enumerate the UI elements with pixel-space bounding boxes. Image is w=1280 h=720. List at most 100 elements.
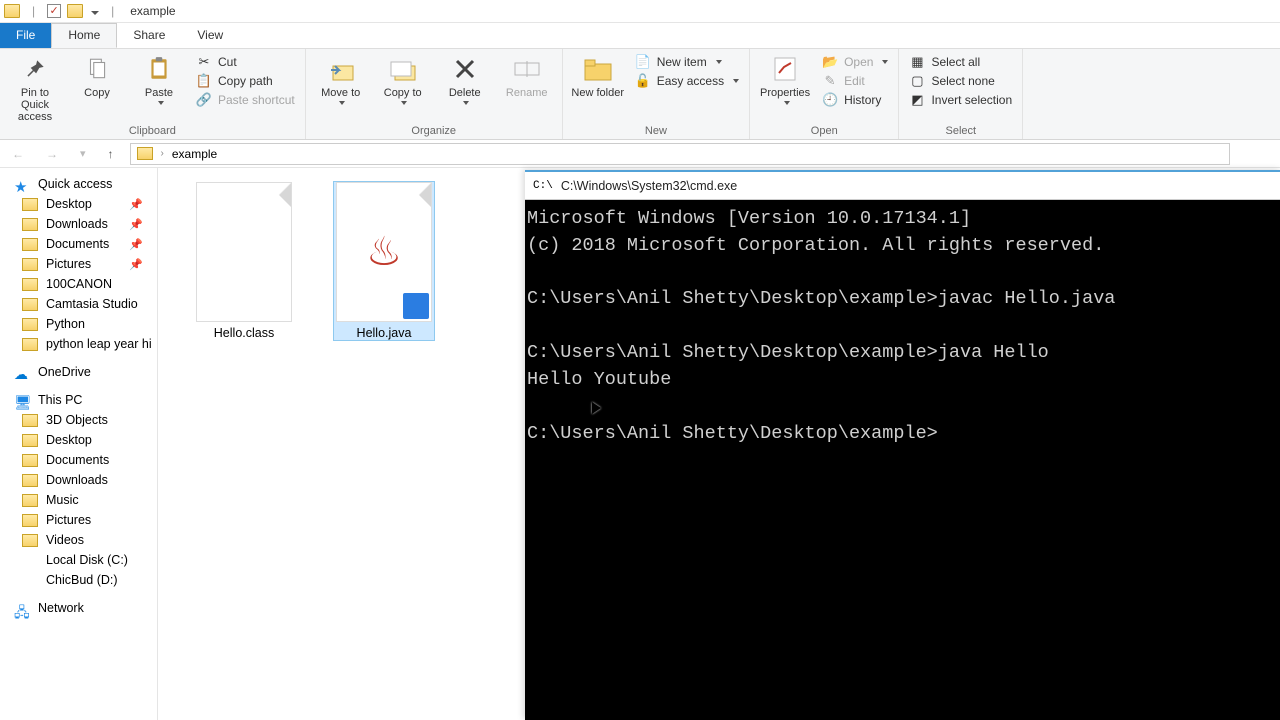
sidebar-item-this-pc[interactable]: 🖥This PC xyxy=(0,390,157,410)
cloud-icon: ☁ xyxy=(14,366,30,379)
recent-locations-button[interactable]: ▾ xyxy=(74,145,92,162)
rename-button[interactable]: Rename xyxy=(498,51,556,101)
vscode-badge-icon xyxy=(403,293,429,319)
disk-icon xyxy=(22,554,38,567)
copy-button[interactable]: Copy xyxy=(68,51,126,101)
chevron-down-icon xyxy=(882,60,888,64)
star-icon: ★ xyxy=(14,178,30,191)
disk-icon xyxy=(22,574,38,587)
tab-home[interactable]: Home xyxy=(51,23,117,48)
group-label: New xyxy=(645,125,667,138)
properties-button[interactable]: Properties xyxy=(756,51,814,107)
group-label: Open xyxy=(811,125,838,138)
sidebar-item[interactable]: Pictures📌 xyxy=(0,254,157,274)
folder-icon xyxy=(22,298,38,311)
sidebar-item[interactable]: Desktop xyxy=(0,430,157,450)
folder-icon xyxy=(22,494,38,507)
folder-icon xyxy=(22,218,38,231)
sidebar-item[interactable]: Music xyxy=(0,490,157,510)
select-none-button[interactable]: ▢Select none xyxy=(905,72,1016,90)
folder-icon xyxy=(22,238,38,251)
file-name: Hello.java xyxy=(334,326,434,340)
paste-button[interactable]: Paste xyxy=(130,51,188,107)
copy-icon xyxy=(81,53,113,85)
sidebar-item-quick-access[interactable]: ★Quick access xyxy=(0,174,157,194)
folder-icon xyxy=(22,454,38,467)
paste-icon xyxy=(143,53,175,85)
sidebar-item[interactable]: Downloads xyxy=(0,470,157,490)
back-button[interactable]: ← xyxy=(6,145,30,163)
new-item-button[interactable]: 📄New item xyxy=(631,53,743,71)
easy-access-icon: 🔓 xyxy=(635,73,651,89)
cmd-output[interactable]: Microsoft Windows [Version 10.0.17134.1]… xyxy=(525,200,1280,453)
qat-divider: | xyxy=(32,4,35,18)
easy-access-button[interactable]: 🔓Easy access xyxy=(631,72,743,90)
tab-file[interactable]: File xyxy=(0,23,51,48)
ribbon-group-new: New folder 📄New item 🔓Easy access New xyxy=(563,49,750,139)
copy-to-button[interactable]: Copy to xyxy=(374,51,432,107)
sidebar-item[interactable]: Camtasia Studio xyxy=(0,294,157,314)
folder-icon xyxy=(137,147,153,160)
open-button[interactable]: 📂Open xyxy=(818,53,892,71)
group-label: Select xyxy=(946,125,977,138)
breadcrumb-item[interactable]: example xyxy=(172,147,217,161)
folder-icon xyxy=(22,534,38,547)
copy-path-button[interactable]: 📋Copy path xyxy=(192,72,299,90)
invert-selection-icon: ◩ xyxy=(909,92,925,108)
cmd-window[interactable]: C:\ C:\Windows\System32\cmd.exe Microsof… xyxy=(525,170,1280,720)
edit-button[interactable]: ✎Edit xyxy=(818,72,892,90)
address-bar[interactable]: › example xyxy=(130,143,1230,165)
new-item-icon: 📄 xyxy=(635,54,651,70)
sidebar-item[interactable]: Videos xyxy=(0,530,157,550)
move-to-button[interactable]: Move to xyxy=(312,51,370,107)
chevron-down-icon xyxy=(339,101,345,105)
sidebar-item[interactable]: Downloads📌 xyxy=(0,214,157,234)
pin-to-quick-access-button[interactable]: Pin to Quick access xyxy=(6,51,64,125)
tab-share[interactable]: Share xyxy=(117,23,181,48)
sidebar-item[interactable]: Pictures xyxy=(0,510,157,530)
new-folder-button[interactable]: New folder xyxy=(569,51,627,101)
window-title: example xyxy=(130,4,175,18)
tab-view[interactable]: View xyxy=(181,23,239,48)
qat-properties-icon[interactable]: ✓ xyxy=(47,4,61,18)
history-button[interactable]: 🕘History xyxy=(818,91,892,109)
pin-icon: 📌 xyxy=(129,198,143,211)
up-button[interactable]: ↑ xyxy=(102,145,120,163)
sidebar-item-onedrive[interactable]: ☁OneDrive xyxy=(0,362,157,382)
invert-selection-button[interactable]: ◩Invert selection xyxy=(905,91,1016,109)
cmd-titlebar[interactable]: C:\ C:\Windows\System32\cmd.exe xyxy=(525,172,1280,200)
folder-icon xyxy=(22,414,38,427)
navbar: ← → ▾ ↑ › example xyxy=(0,140,1280,168)
forward-button[interactable]: → xyxy=(40,145,64,163)
chevron-down-icon xyxy=(733,79,739,83)
rename-icon xyxy=(511,53,543,85)
file-name: Hello.class xyxy=(194,326,294,340)
paste-shortcut-button[interactable]: 🔗Paste shortcut xyxy=(192,91,299,109)
ribbon-group-open: Properties 📂Open ✎Edit 🕘History Open xyxy=(750,49,899,139)
file-item[interactable]: ♨Hello.java xyxy=(334,182,434,340)
folder-icon xyxy=(22,514,38,527)
sidebar-item[interactable]: 100CANON xyxy=(0,274,157,294)
file-item[interactable]: Hello.class xyxy=(194,182,294,340)
sidebar-item[interactable]: python leap year hi xyxy=(0,334,157,354)
cut-button[interactable]: ✂Cut xyxy=(192,53,299,71)
select-all-icon: ▦ xyxy=(909,54,925,70)
sidebar-item[interactable]: Documents xyxy=(0,450,157,470)
sidebar-item-network[interactable]: 🖧Network xyxy=(0,598,157,618)
folder-icon xyxy=(22,338,38,351)
qat-dropdown-icon[interactable] xyxy=(89,4,99,18)
select-all-button[interactable]: ▦Select all xyxy=(905,53,1016,71)
properties-icon xyxy=(769,53,801,85)
delete-button[interactable]: Delete xyxy=(436,51,494,107)
folder-icon xyxy=(22,258,38,271)
pin-icon: 📌 xyxy=(129,218,143,231)
sidebar-item[interactable]: 3D Objects xyxy=(0,410,157,430)
open-icon: 📂 xyxy=(822,54,838,70)
sidebar-item[interactable]: ChicBud (D:) xyxy=(0,570,157,590)
sidebar-item[interactable]: Desktop📌 xyxy=(0,194,157,214)
navigation-pane[interactable]: ★Quick access Desktop📌Downloads📌Document… xyxy=(0,168,158,720)
sidebar-item[interactable]: Local Disk (C:) xyxy=(0,550,157,570)
sidebar-item[interactable]: Python xyxy=(0,314,157,334)
cmd-title-text: C:\Windows\System32\cmd.exe xyxy=(561,179,737,193)
sidebar-item[interactable]: Documents📌 xyxy=(0,234,157,254)
